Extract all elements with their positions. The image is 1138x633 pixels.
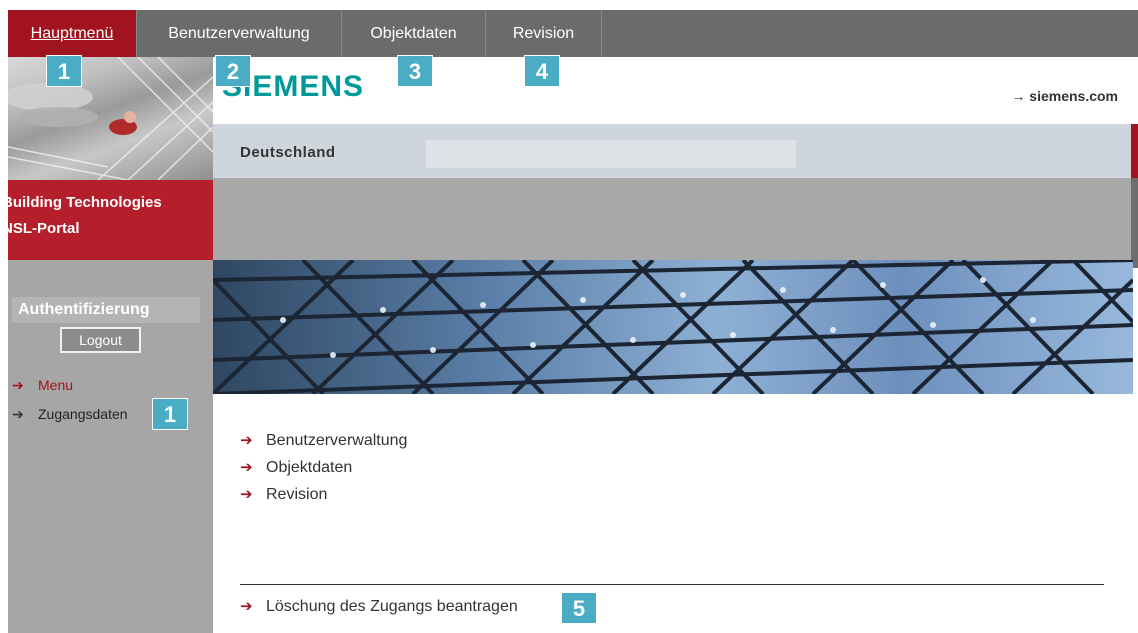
structure-photo-graphic xyxy=(8,57,213,180)
content-divider xyxy=(240,584,1104,585)
header-photo xyxy=(8,57,213,180)
country-bar-field xyxy=(426,140,796,168)
content-link-label: Objektdaten xyxy=(266,459,353,476)
scrollbar-thumb[interactable] xyxy=(1131,178,1138,268)
logout-button[interactable]: Logout xyxy=(60,327,141,353)
banner-image xyxy=(213,260,1133,394)
left-sidebar: Building Technologies NSL-Portal Authent… xyxy=(2,57,213,633)
arrow-right-icon: ➔ xyxy=(12,377,24,393)
sidebar-item-label: Zugangsdaten xyxy=(38,406,128,422)
content-link-benutzerverwaltung[interactable]: ➔ Benutzerverwaltung xyxy=(240,430,407,452)
annotation-badge-2: 2 xyxy=(215,55,251,87)
annotation-badge-1: 1 xyxy=(46,55,82,87)
sidebar-item-menu[interactable]: ➔ Menu xyxy=(12,375,73,395)
country-bar: Deutschland xyxy=(213,124,1133,178)
brand-box: Building Technologies NSL-Portal xyxy=(2,180,213,260)
content-link-revision[interactable]: ➔ Revision xyxy=(240,484,327,506)
arrow-right-icon: ➔ xyxy=(240,486,253,503)
sidebar-item-zugangsdaten[interactable]: ➔ Zugangsdaten xyxy=(12,404,128,424)
arrow-right-icon: ➔ xyxy=(240,459,253,476)
page-root: Hauptmenü Benutzerverwaltung Objektdaten… xyxy=(0,0,1138,633)
sidebar-item-label: Menu xyxy=(38,377,74,393)
nav-revision[interactable]: Revision xyxy=(486,10,602,57)
red-edge-marker xyxy=(1131,124,1138,178)
delete-access-label: Löschung des Zugangs beantragen xyxy=(266,598,518,615)
nav-objektdaten[interactable]: Objektdaten xyxy=(342,10,486,57)
arrow-right-icon: ➔ xyxy=(12,406,24,422)
annotation-badge-side-1: 1 xyxy=(152,398,188,430)
arrow-right-icon: ➔ xyxy=(240,598,253,615)
nav-benutzerverwaltung[interactable]: Benutzerverwaltung xyxy=(137,10,342,57)
country-label: Deutschland xyxy=(240,144,336,161)
glass-roof-graphic xyxy=(213,260,1133,394)
brand-line-1: Building Technologies xyxy=(2,194,162,211)
content-link-label: Benutzerverwaltung xyxy=(266,432,408,449)
top-navigation: Hauptmenü Benutzerverwaltung Objektdaten… xyxy=(8,10,1138,57)
arrow-right-icon: ➔ xyxy=(240,432,253,449)
annotation-badge-5: 5 xyxy=(561,592,597,624)
content-link-label: Revision xyxy=(266,486,328,503)
auth-title: Authentifizierung xyxy=(12,297,200,323)
annotation-badge-3: 3 xyxy=(397,55,433,87)
annotation-badge-4: 4 xyxy=(524,55,560,87)
content-link-objektdaten[interactable]: ➔ Objektdaten xyxy=(240,457,352,479)
delete-access-link[interactable]: ➔ Löschung des Zugangs beantragen xyxy=(240,596,518,618)
grey-band xyxy=(213,178,1138,260)
brand-line-2: NSL-Portal xyxy=(2,220,80,237)
nav-hauptmenu[interactable]: Hauptmenü xyxy=(8,10,137,57)
siemens-com-link[interactable]: → siemens.com xyxy=(1011,88,1118,104)
